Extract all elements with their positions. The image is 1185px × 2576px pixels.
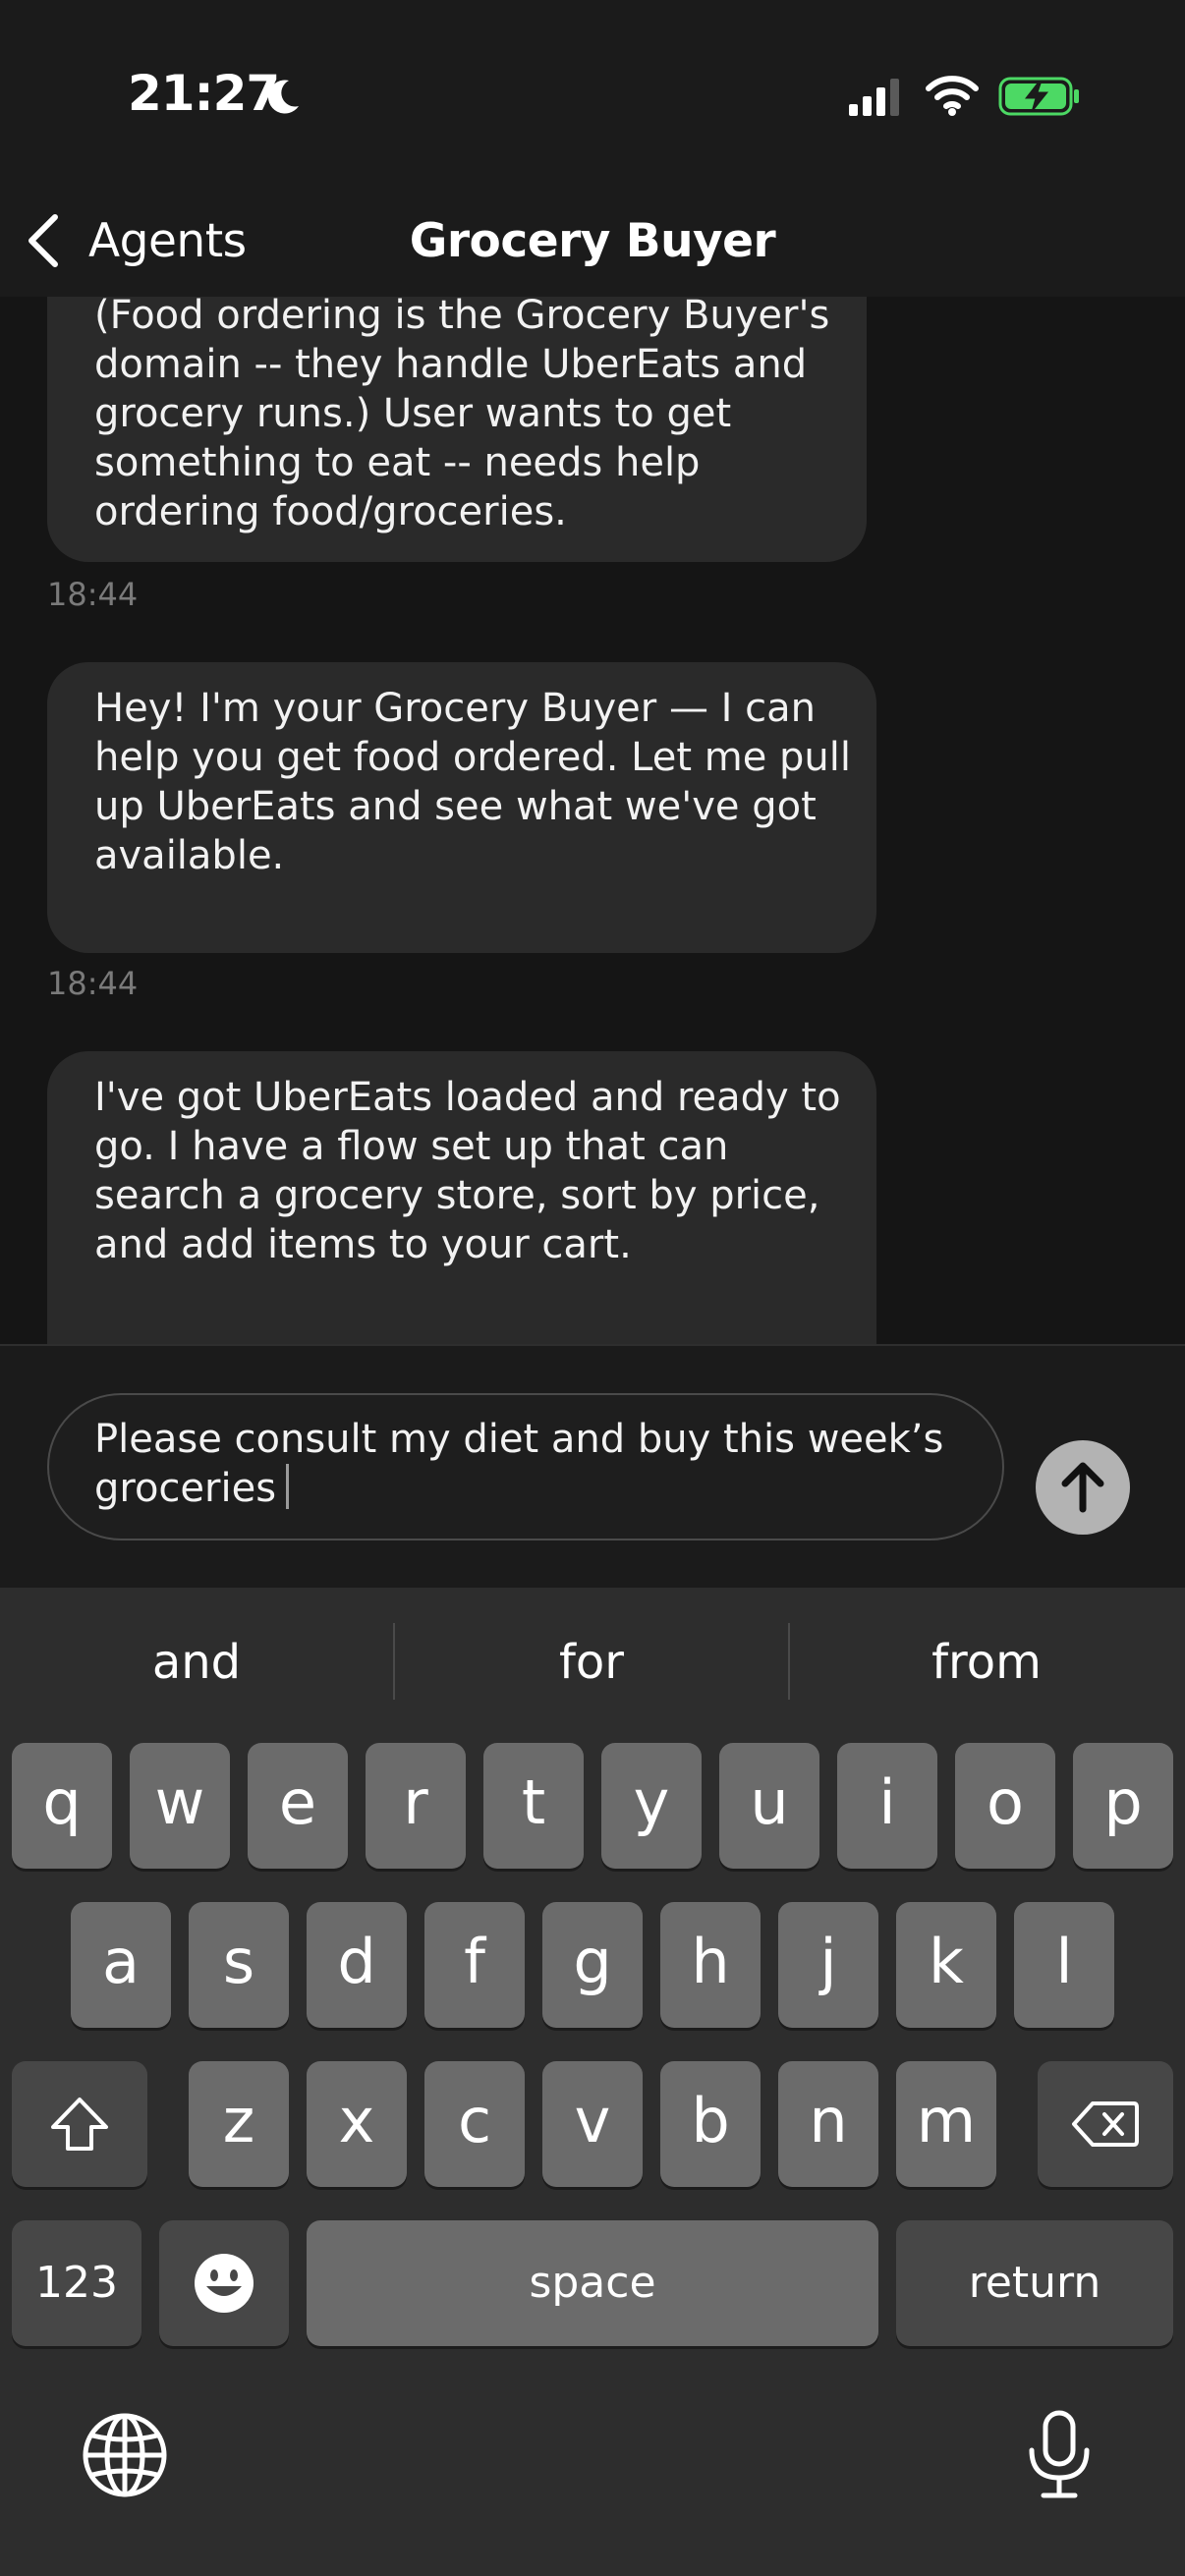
key-a[interactable]: a	[71, 1902, 171, 2028]
chevron-left-icon	[28, 214, 58, 267]
input-text-line: groceries	[94, 1464, 957, 1513]
moon-icon	[267, 80, 299, 114]
message-line: Hey! I'm your Grocery Buyer — I can	[94, 686, 817, 731]
send-button[interactable]	[1036, 1440, 1130, 1535]
backspace-icon	[1072, 2101, 1139, 2147]
key-e[interactable]: e	[248, 1743, 348, 1869]
message-line: something to eat -- needs help	[94, 440, 701, 485]
key-c[interactable]: c	[424, 2061, 525, 2187]
key-b[interactable]: b	[660, 2061, 761, 2187]
key-t[interactable]: t	[483, 1743, 584, 1869]
key-s[interactable]: s	[189, 1902, 289, 2028]
input-text: groceries	[94, 1466, 277, 1511]
emoji-icon	[195, 2254, 254, 2313]
message-input[interactable]: Please consult my diet and buy this week…	[47, 1393, 1004, 1540]
key-g[interactable]: g	[542, 1902, 643, 2028]
message-list[interactable]: (Food ordering is the Grocery Buyer's do…	[0, 297, 1185, 1344]
key-n[interactable]: n	[778, 2061, 878, 2187]
message-timestamp: 18:44	[47, 965, 139, 1002]
globe-icon[interactable]	[81, 2411, 169, 2499]
key-h[interactable]: h	[660, 1902, 761, 2028]
message-line: help you get food ordered. Let me pull	[94, 735, 851, 780]
return-key[interactable]: return	[896, 2220, 1173, 2346]
message-line: I've got UberEats loaded and ready to	[94, 1075, 841, 1120]
key-p[interactable]: p	[1073, 1743, 1173, 1869]
chat-screen: 21:27 Grocery Buyer Agents (Food orderin…	[0, 0, 1185, 2576]
key-x[interactable]: x	[307, 2061, 407, 2187]
status-time: 21:27	[128, 65, 280, 122]
suggestion-and[interactable]: and	[0, 1588, 393, 1737]
key-y[interactable]: y	[601, 1743, 702, 1869]
keyboard: and for from q w e r t y u i o p a s d f…	[0, 1588, 1185, 2576]
signal-icon	[849, 79, 899, 116]
microphone-icon[interactable]	[1022, 2409, 1097, 2499]
message-line: ordering food/groceries.	[94, 489, 567, 534]
message-line: go. I have a flow set up that can	[94, 1124, 729, 1169]
suggestion-for[interactable]: for	[395, 1588, 788, 1737]
emoji-key[interactable]	[159, 2220, 289, 2346]
key-w[interactable]: w	[130, 1743, 230, 1869]
back-label: Agents	[88, 213, 247, 268]
backspace-key[interactable]	[1038, 2061, 1173, 2187]
key-l[interactable]: l	[1014, 1902, 1114, 2028]
message-bubble: Hey! I'm your Grocery Buyer — I can help…	[47, 662, 876, 953]
message-timestamp: 18:44	[47, 576, 139, 613]
status-bar: 21:27	[0, 0, 1185, 187]
key-o[interactable]: o	[955, 1743, 1055, 1869]
message-line: domain -- they handle UberEats and	[94, 342, 808, 387]
message-bubble: I've got UberEats loaded and ready to go…	[47, 1051, 876, 1344]
message-line: (Food ordering is the Grocery Buyer's	[94, 297, 830, 338]
key-z[interactable]: z	[189, 2061, 289, 2187]
message-bubble: (Food ordering is the Grocery Buyer's do…	[47, 297, 867, 562]
navigation-bar: Grocery Buyer Agents	[0, 187, 1185, 299]
text-caret	[286, 1464, 290, 1509]
input-text-line: Please consult my diet and buy this week…	[94, 1417, 944, 1462]
key-m[interactable]: m	[896, 2061, 996, 2187]
key-q[interactable]: q	[12, 1743, 112, 1869]
key-i[interactable]: i	[837, 1743, 937, 1869]
key-k[interactable]: k	[896, 1902, 996, 2028]
key-f[interactable]: f	[424, 1902, 525, 2028]
key-j[interactable]: j	[778, 1902, 878, 2028]
back-button[interactable]: Agents	[22, 196, 247, 285]
message-line: search a grocery store, sort by price,	[94, 1173, 820, 1218]
shift-icon	[51, 2098, 108, 2151]
message-line: and add items to your cart.	[94, 1222, 632, 1267]
message-line: up UberEats and see what we've got	[94, 784, 817, 829]
suggestion-bar: and for from	[0, 1588, 1185, 1737]
key-v[interactable]: v	[542, 2061, 643, 2187]
suggestion-from[interactable]: from	[790, 1588, 1183, 1737]
wifi-icon	[926, 76, 979, 116]
shift-key[interactable]	[12, 2061, 147, 2187]
key-r[interactable]: r	[366, 1743, 466, 1869]
message-composer: Please consult my diet and buy this week…	[0, 1344, 1185, 1590]
key-u[interactable]: u	[719, 1743, 819, 1869]
message-line: available.	[94, 833, 285, 878]
battery-charging-icon	[998, 77, 1079, 116]
numbers-key[interactable]: 123	[12, 2220, 141, 2346]
arrow-up-icon	[1061, 1462, 1104, 1513]
message-line: grocery runs.) User wants to get	[94, 391, 732, 436]
key-d[interactable]: d	[307, 1902, 407, 2028]
space-key[interactable]: space	[307, 2220, 878, 2346]
